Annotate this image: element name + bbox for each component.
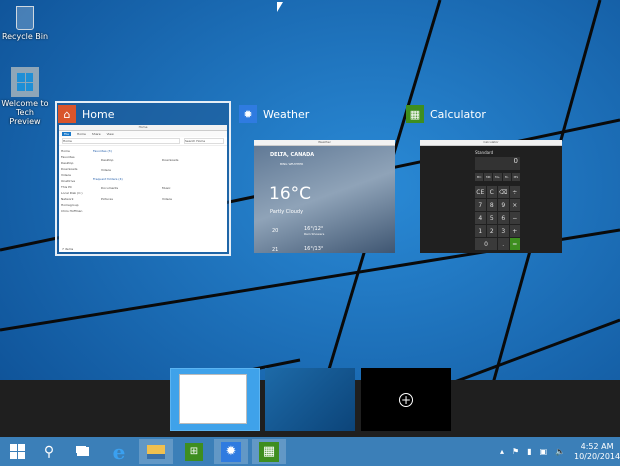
home-folder-icon: ⌂ — [58, 105, 76, 123]
calculator-icon: ▦ — [406, 105, 424, 123]
calc-key: 4 — [475, 212, 486, 224]
calc-key: C — [486, 186, 497, 198]
welcome-shortcut[interactable]: Welcome to Tech Preview — [0, 67, 50, 126]
calculator-button[interactable]: ▦ — [252, 439, 286, 464]
memory-key: M- — [502, 173, 511, 181]
network-icon[interactable]: ▣ — [540, 447, 548, 456]
clock-time: 4:52 AM — [580, 441, 614, 451]
internet-explorer-icon: e — [112, 439, 126, 464]
calc-key: 1 — [475, 225, 486, 237]
memory-key: MR — [484, 173, 493, 181]
volume-icon[interactable]: 🔈 — [555, 447, 565, 456]
calc-key: = — [509, 238, 520, 250]
windows-logo-icon — [9, 444, 25, 459]
calc-key: + — [509, 225, 520, 237]
search-button[interactable]: ⚲ — [32, 439, 66, 464]
calc-key: 0 — [475, 238, 497, 250]
add-desktop-button[interactable]: + — [361, 368, 451, 431]
battery-icon[interactable]: ▮ — [527, 447, 531, 456]
home-thumbnail: Home File Home Share View Home Search Home H… — [59, 125, 227, 252]
store-button[interactable]: ⊞ — [177, 439, 211, 464]
task-view-window-weather[interactable]: Weather DELTA, CANADA BING WEATHER 16°C … — [254, 140, 395, 253]
calc-key: × — [509, 199, 520, 211]
calc-key: 3 — [498, 225, 509, 237]
search-icon: ⚲ — [43, 443, 55, 460]
calc-key: 8 — [486, 199, 497, 211]
recycle-bin-icon — [16, 6, 34, 30]
clock-date: 10/20/2014 — [574, 451, 620, 461]
desktop-1-thumbnail[interactable] — [170, 368, 260, 431]
task-view-button[interactable] — [66, 439, 100, 464]
calc-key: ÷ — [509, 186, 520, 198]
store-icon: ⊞ — [185, 442, 203, 461]
cursor-icon — [277, 2, 283, 12]
task-view-icon — [77, 447, 89, 456]
memory-key: MS — [511, 173, 520, 181]
internet-explorer-button[interactable]: e — [102, 439, 136, 464]
file-explorer-button[interactable] — [139, 439, 173, 464]
task-view-window-calculator[interactable]: Calculator Standard 0 MC MR M+ M- MS CE C ⌫ ÷ 7 8… — [420, 140, 562, 253]
weather-button[interactable]: ✹ — [214, 439, 248, 464]
memory-key: M+ — [493, 173, 502, 181]
window-title-home: ⌂ Home — [58, 105, 114, 123]
plus-icon: + — [399, 392, 413, 407]
calc-key: 2 — [486, 225, 497, 237]
calc-key: . — [498, 238, 509, 250]
sun-icon: ✹ — [221, 441, 241, 462]
sun-icon: ✹ — [239, 105, 257, 123]
calc-key: 6 — [498, 212, 509, 224]
calc-key: 9 — [498, 199, 509, 211]
window-title-calculator: ▦ Calculator — [406, 105, 486, 123]
clock[interactable]: 4:52 AM 10/20/2014 — [574, 437, 620, 466]
start-button[interactable] — [0, 439, 34, 464]
recycle-bin[interactable]: Recycle Bin — [0, 6, 50, 41]
calc-key: CE — [475, 186, 486, 198]
calculator-icon: ▦ — [259, 441, 279, 462]
icon-label: Welcome to Tech Preview — [1, 99, 49, 126]
windows-shortcut-icon — [11, 67, 39, 97]
calc-key: − — [509, 212, 520, 224]
calc-key: 7 — [475, 199, 486, 211]
window-title-weather: ✹ Weather — [239, 105, 309, 123]
taskbar: ⚲ e ⊞ ✹ ▦ ▴ ⚑ ▮ ▣ 🔈 4:52 AM 10/20/2014 — [0, 437, 620, 466]
calc-key: ⌫ — [498, 186, 509, 198]
action-center-flag-icon[interactable]: ⚑ — [512, 447, 519, 456]
calc-key: 5 — [486, 212, 497, 224]
desktop-2-thumbnail[interactable] — [265, 368, 355, 431]
icon-label: Recycle Bin — [1, 32, 49, 41]
show-hidden-icons-icon[interactable]: ▴ — [500, 447, 504, 456]
memory-key: MC — [475, 173, 484, 181]
folder-icon — [147, 444, 165, 459]
